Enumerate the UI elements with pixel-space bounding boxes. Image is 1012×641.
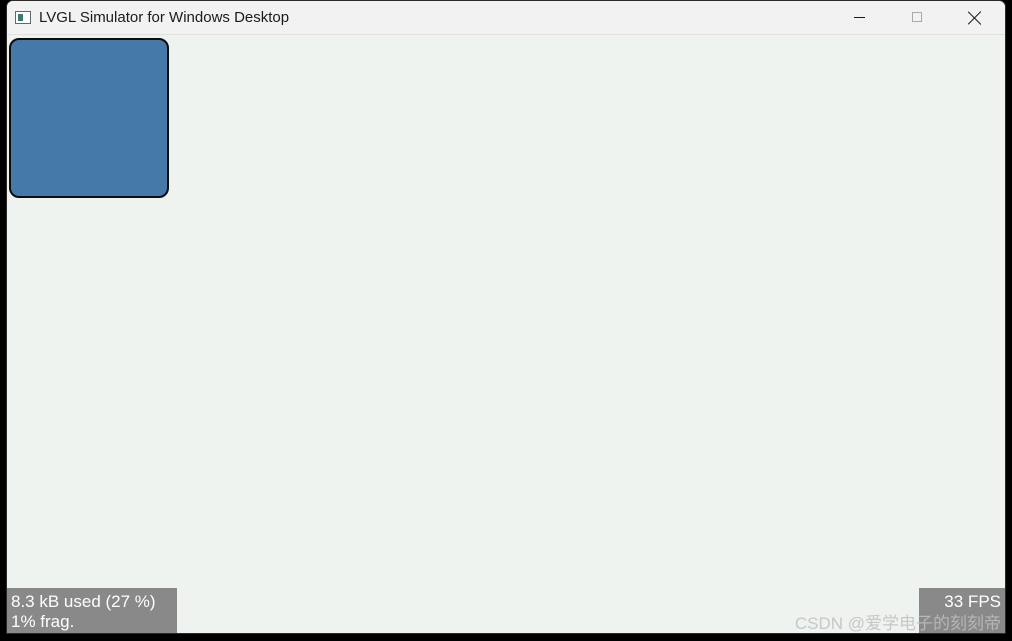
title-bar[interactable]: LVGL Simulator for Windows Desktop	[7, 1, 1005, 35]
maximize-button[interactable]	[888, 1, 946, 35]
memory-frag-label: 1% frag.	[11, 612, 75, 631]
memory-used-label: 8.3 kB used (27 %)	[11, 592, 156, 611]
close-button[interactable]	[946, 1, 1004, 35]
lvgl-display-area[interactable]: 8.3 kB used (27 %) 1% frag. 33 FPS CSDN …	[7, 35, 1005, 633]
lvgl-base-object[interactable]	[9, 38, 169, 198]
simulator-window: LVGL Simulator for Windows Desktop 8.3 k…	[6, 0, 1006, 634]
window-title: LVGL Simulator for Windows Desktop	[39, 9, 290, 26]
app-window-icon	[15, 11, 31, 24]
minimize-button[interactable]	[830, 1, 888, 35]
maximize-icon	[912, 12, 922, 22]
memory-monitor: 8.3 kB used (27 %) 1% frag.	[7, 588, 177, 633]
close-icon	[968, 11, 982, 25]
watermark: CSDN @爱学电子的刻刻帝	[794, 614, 1001, 633]
minimize-icon	[854, 17, 865, 18]
desktop: LVGL Simulator for Windows Desktop 8.3 k…	[0, 0, 1012, 641]
